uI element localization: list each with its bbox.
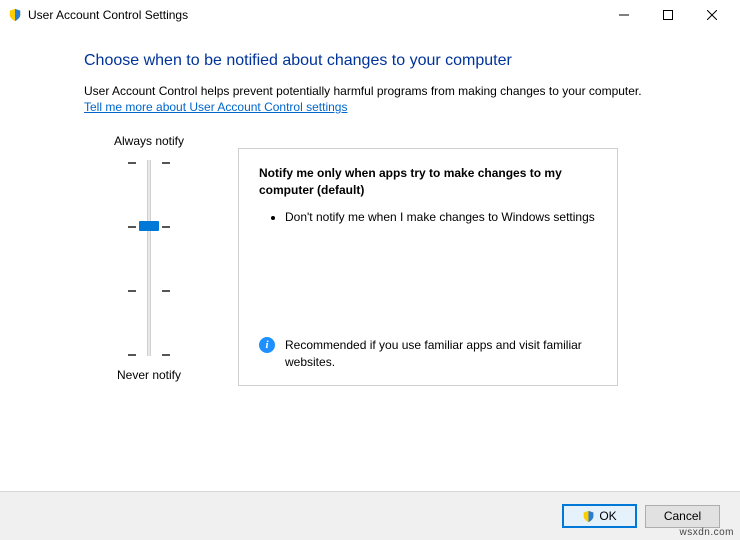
- maximize-button[interactable]: [646, 1, 690, 29]
- window-title: User Account Control Settings: [28, 8, 188, 22]
- titlebar: User Account Control Settings: [0, 0, 740, 30]
- shield-icon: [8, 8, 22, 22]
- panel-bullet: Don't notify me when I make changes to W…: [285, 209, 597, 226]
- cancel-button-label: Cancel: [664, 509, 701, 523]
- ok-button-label: OK: [599, 509, 616, 523]
- cancel-button[interactable]: Cancel: [645, 505, 720, 528]
- info-icon: i: [259, 337, 275, 353]
- slider-label-bottom: Never notify: [117, 368, 181, 382]
- content-area: Choose when to be notified about changes…: [0, 30, 740, 386]
- bottom-bar: OK Cancel: [0, 492, 740, 540]
- slider-panel-row: Always notify Never notify Notify me onl…: [104, 134, 680, 386]
- slider-tick: [128, 162, 170, 164]
- learn-more-link[interactable]: Tell me more about User Account Control …: [84, 100, 347, 114]
- panel-footer: i Recommended if you use familiar apps a…: [259, 337, 597, 371]
- panel-title: Notify me only when apps try to make cha…: [259, 165, 597, 199]
- slider-label-top: Always notify: [114, 134, 184, 148]
- watermark: wsxdn.com: [679, 527, 734, 538]
- slider-tick: [128, 354, 170, 356]
- notification-slider[interactable]: [128, 158, 170, 358]
- slider-column: Always notify Never notify: [104, 134, 194, 382]
- shield-icon: [582, 510, 595, 523]
- page-description: User Account Control helps prevent poten…: [84, 84, 680, 98]
- notification-description-panel: Notify me only when apps try to make cha…: [238, 148, 618, 386]
- page-heading: Choose when to be notified about changes…: [84, 52, 680, 70]
- panel-footer-text: Recommended if you use familiar apps and…: [285, 337, 597, 371]
- panel-bullet-list: Don't notify me when I make changes to W…: [259, 209, 597, 232]
- close-button[interactable]: [690, 1, 734, 29]
- ok-button[interactable]: OK: [562, 504, 637, 528]
- minimize-button[interactable]: [602, 1, 646, 29]
- window-buttons: [602, 1, 734, 29]
- slider-tick: [128, 290, 170, 292]
- slider-rail: [147, 160, 151, 356]
- slider-thumb[interactable]: [139, 221, 159, 231]
